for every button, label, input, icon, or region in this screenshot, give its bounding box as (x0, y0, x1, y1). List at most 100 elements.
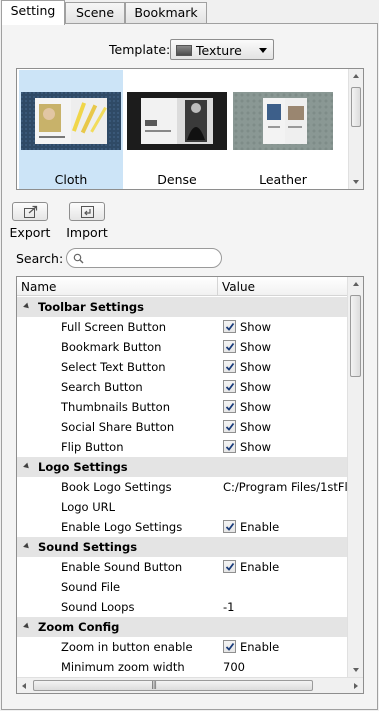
import-button-frame[interactable] (69, 202, 105, 221)
column-divider[interactable] (217, 277, 218, 296)
category-label: Logo Settings (38, 460, 128, 474)
tab-setting[interactable]: Setting (1, 0, 65, 25)
export-button[interactable]: Export (8, 202, 52, 246)
checkmark-icon (225, 562, 235, 571)
tab-strip: Setting Scene Bookmark (0, 0, 379, 25)
checkbox-label: Show (240, 420, 272, 434)
property-value[interactable]: C:/Program Files/1stFlip (223, 480, 358, 494)
property-name: Book Logo Settings (61, 480, 172, 494)
property-row[interactable]: Zoom in button enable Enable (17, 637, 349, 657)
property-row[interactable]: Enable Sound Button Enable (17, 557, 349, 577)
show-checkbox[interactable] (223, 360, 236, 373)
template-dropdown[interactable]: Texture (170, 39, 274, 60)
show-checkbox[interactable] (223, 400, 236, 413)
category-label: Zoom Config (38, 620, 120, 634)
grid-vertical-scrollbar[interactable] (347, 277, 363, 677)
property-row[interactable]: Full Screen Button Show (17, 317, 349, 337)
property-row[interactable]: Book Logo Settings C:/Program Files/1stF… (17, 477, 358, 497)
property-row[interactable]: Bookmark Button Show (17, 337, 349, 357)
property-row[interactable]: Select Text Button Show (17, 357, 349, 377)
tab-bookmark[interactable]: Bookmark (125, 2, 207, 24)
gallery-item-dense[interactable]: Dense (125, 70, 229, 189)
scroll-grip-icon: ||| (151, 680, 157, 689)
checkmark-icon (225, 342, 235, 351)
property-name: Search Button (61, 380, 143, 394)
import-label: Import (66, 225, 108, 240)
show-checkbox[interactable] (223, 320, 236, 333)
property-row[interactable]: Search Button Show (17, 377, 349, 397)
collapse-triangle-icon[interactable] (23, 622, 31, 631)
property-row[interactable]: Sound Loops -1 (17, 597, 349, 617)
category-toolbar-settings[interactable]: Toolbar Settings (17, 297, 349, 317)
export-button-frame[interactable] (12, 202, 48, 221)
property-value[interactable]: -1 (223, 600, 234, 614)
import-icon (81, 206, 94, 218)
property-name: Sound File (61, 580, 121, 594)
checkbox-label: Show (240, 340, 272, 354)
show-checkbox[interactable] (223, 380, 236, 393)
enable-checkbox[interactable] (223, 520, 236, 533)
scroll-right-arrow-icon[interactable] (354, 683, 358, 689)
grid-header: Name Value (17, 277, 349, 296)
property-row[interactable]: Enable Logo Settings Enable (17, 517, 349, 537)
show-checkbox[interactable] (223, 340, 236, 353)
gallery-item-cloth[interactable]: Cloth (19, 70, 123, 189)
grid-hscroll-thumb[interactable] (33, 680, 313, 691)
search-input[interactable] (87, 250, 217, 266)
template-gallery: Cloth Dense Leather (16, 68, 364, 190)
property-row[interactable]: Minimum zoom width 700 (17, 657, 349, 677)
collapse-triangle-icon[interactable] (23, 542, 31, 551)
property-row[interactable]: Flip Button Show (17, 437, 349, 457)
property-name: Social Share Button (61, 420, 175, 434)
property-name: Sound Loops (61, 600, 135, 614)
search-field[interactable] (66, 248, 222, 268)
property-grid: Name Value Toolbar Settings Full Screen … (16, 276, 364, 694)
template-row: Template: Texture (2, 39, 377, 61)
category-label: Sound Settings (38, 540, 138, 554)
gallery-scrollbar[interactable] (348, 69, 363, 189)
scroll-down-arrow-icon[interactable] (353, 180, 359, 184)
checkbox-label: Enable (240, 520, 280, 534)
grid-vscroll-thumb[interactable] (350, 295, 361, 377)
import-button[interactable]: Import (65, 202, 109, 246)
column-header-value[interactable]: Value (222, 280, 255, 294)
checkbox-label: Show (240, 400, 272, 414)
chevron-down-icon (259, 48, 267, 53)
cloth-thumbnail-image (21, 92, 121, 150)
scroll-left-arrow-icon[interactable] (22, 683, 26, 689)
scroll-down-arrow-icon[interactable] (353, 668, 359, 672)
column-header-name[interactable]: Name (21, 280, 56, 294)
texture-swatch-icon (176, 45, 192, 56)
export-label: Export (9, 225, 51, 240)
search-label: Search: (16, 251, 64, 266)
dense-thumbnail-image (127, 92, 227, 150)
gallery-scroll-thumb[interactable] (351, 87, 361, 127)
gallery-caption: Dense (157, 172, 197, 187)
collapse-triangle-icon[interactable] (23, 462, 31, 471)
property-row[interactable]: Logo URL (17, 497, 349, 517)
tab-scene[interactable]: Scene (65, 2, 125, 24)
property-value[interactable]: 700 (223, 660, 245, 674)
property-row[interactable]: Thumbnails Button Show (17, 397, 349, 417)
collapse-triangle-icon[interactable] (23, 302, 31, 311)
category-logo-settings[interactable]: Logo Settings (17, 457, 349, 477)
checkmark-icon (225, 442, 235, 451)
property-name: Enable Sound Button (61, 560, 183, 574)
property-row[interactable]: Social Share Button Show (17, 417, 349, 437)
checkmark-icon (225, 322, 235, 331)
gallery-item-leather[interactable]: Leather (231, 70, 335, 189)
checkmark-icon (225, 382, 235, 391)
property-row[interactable]: Sound File (17, 577, 349, 597)
scroll-up-arrow-icon[interactable] (353, 74, 359, 78)
show-checkbox[interactable] (223, 420, 236, 433)
category-zoom-config[interactable]: Zoom Config (17, 617, 349, 637)
category-sound-settings[interactable]: Sound Settings (17, 537, 349, 557)
show-checkbox[interactable] (223, 440, 236, 453)
property-name: Bookmark Button (61, 340, 162, 354)
enable-checkbox[interactable] (223, 640, 236, 653)
category-label: Toolbar Settings (38, 300, 145, 314)
grid-horizontal-scrollbar[interactable]: ||| (17, 677, 363, 693)
scroll-up-arrow-icon[interactable] (353, 282, 359, 286)
enable-checkbox[interactable] (223, 560, 236, 573)
checkmark-icon (225, 642, 235, 651)
